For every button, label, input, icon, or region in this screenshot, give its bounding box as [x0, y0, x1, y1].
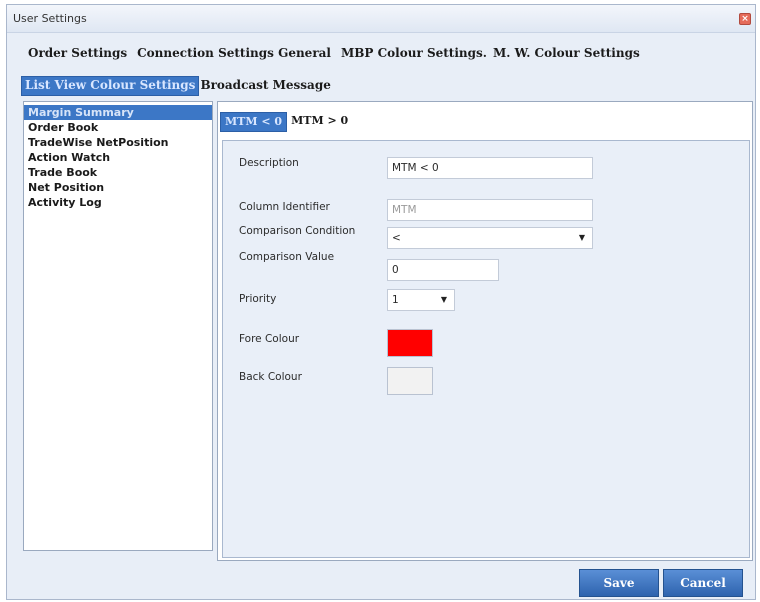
list-item-tradewise-netposition[interactable]: TradeWise NetPosition [24, 135, 212, 150]
description-label: Description [239, 157, 299, 169]
priority-label: Priority [239, 293, 277, 305]
settings-tabs-row-2: List View Colour Settings Broadcast Mess… [21, 76, 332, 96]
list-item-activity-log[interactable]: Activity Log [24, 195, 212, 210]
chevron-down-icon[interactable]: ▼ [574, 230, 590, 246]
description-field[interactable]: MTM < 0 [387, 157, 593, 179]
back-colour-label: Back Colour [239, 371, 302, 383]
window-title: User Settings [13, 12, 87, 25]
list-item-trade-book[interactable]: Trade Book [24, 165, 212, 180]
list-item-net-position[interactable]: Net Position [24, 180, 212, 195]
condition-form: Description MTM < 0 Column Identifier MT… [222, 140, 750, 558]
comparison-value-label: Comparison Value [239, 251, 335, 263]
tab-mw-colour-settings[interactable]: M. W. Colour Settings [492, 44, 641, 62]
priority-select[interactable]: 1 ▼ [387, 289, 455, 311]
tab-list-view-colour-settings[interactable]: List View Colour Settings [21, 76, 200, 96]
title-bar: User Settings × [7, 5, 755, 33]
fore-colour-label: Fore Colour [239, 333, 300, 345]
list-item-action-watch[interactable]: Action Watch [24, 150, 212, 165]
condition-tabs: MTM < 0 MTM > 0 [220, 112, 352, 132]
priority-value: 1 [392, 294, 399, 306]
user-settings-window: User Settings × Order Settings Connectio… [6, 4, 756, 600]
tab-mtm-less-than-zero[interactable]: MTM < 0 [220, 112, 288, 132]
cancel-button[interactable]: Cancel [663, 569, 743, 597]
view-list-panel: Margin Summary Order Book TradeWise NetP… [23, 101, 213, 551]
back-colour-swatch[interactable] [387, 367, 433, 395]
settings-tabs-row-1: Order Settings Connection Settings Gener… [27, 44, 641, 62]
close-icon[interactable]: × [739, 13, 751, 25]
tab-mbp-colour-settings[interactable]: MBP Colour Settings. [340, 44, 488, 62]
fore-colour-swatch[interactable] [387, 329, 433, 357]
chevron-down-icon[interactable]: ▼ [436, 292, 452, 308]
column-identifier-field: MTM [387, 199, 593, 221]
list-item-order-book[interactable]: Order Book [24, 120, 212, 135]
view-list: Margin Summary Order Book TradeWise NetP… [24, 102, 212, 210]
tab-broadcast-message[interactable]: Broadcast Message [199, 76, 331, 96]
condition-panel: MTM < 0 MTM > 0 Description MTM < 0 Colu… [217, 101, 753, 561]
column-identifier-label: Column Identifier [239, 201, 330, 213]
list-item-margin-summary[interactable]: Margin Summary [24, 105, 212, 120]
comparison-value-field[interactable]: 0 [387, 259, 499, 281]
comparison-condition-select[interactable]: < ▼ [387, 227, 593, 249]
save-button[interactable]: Save [579, 569, 659, 597]
tab-connection-settings-general[interactable]: Connection Settings General [136, 44, 332, 62]
comparison-condition-label: Comparison Condition [239, 225, 356, 237]
tab-order-settings[interactable]: Order Settings [27, 44, 128, 62]
comparison-condition-value: < [392, 232, 401, 244]
tab-mtm-greater-than-zero[interactable]: MTM > 0 [287, 112, 352, 132]
